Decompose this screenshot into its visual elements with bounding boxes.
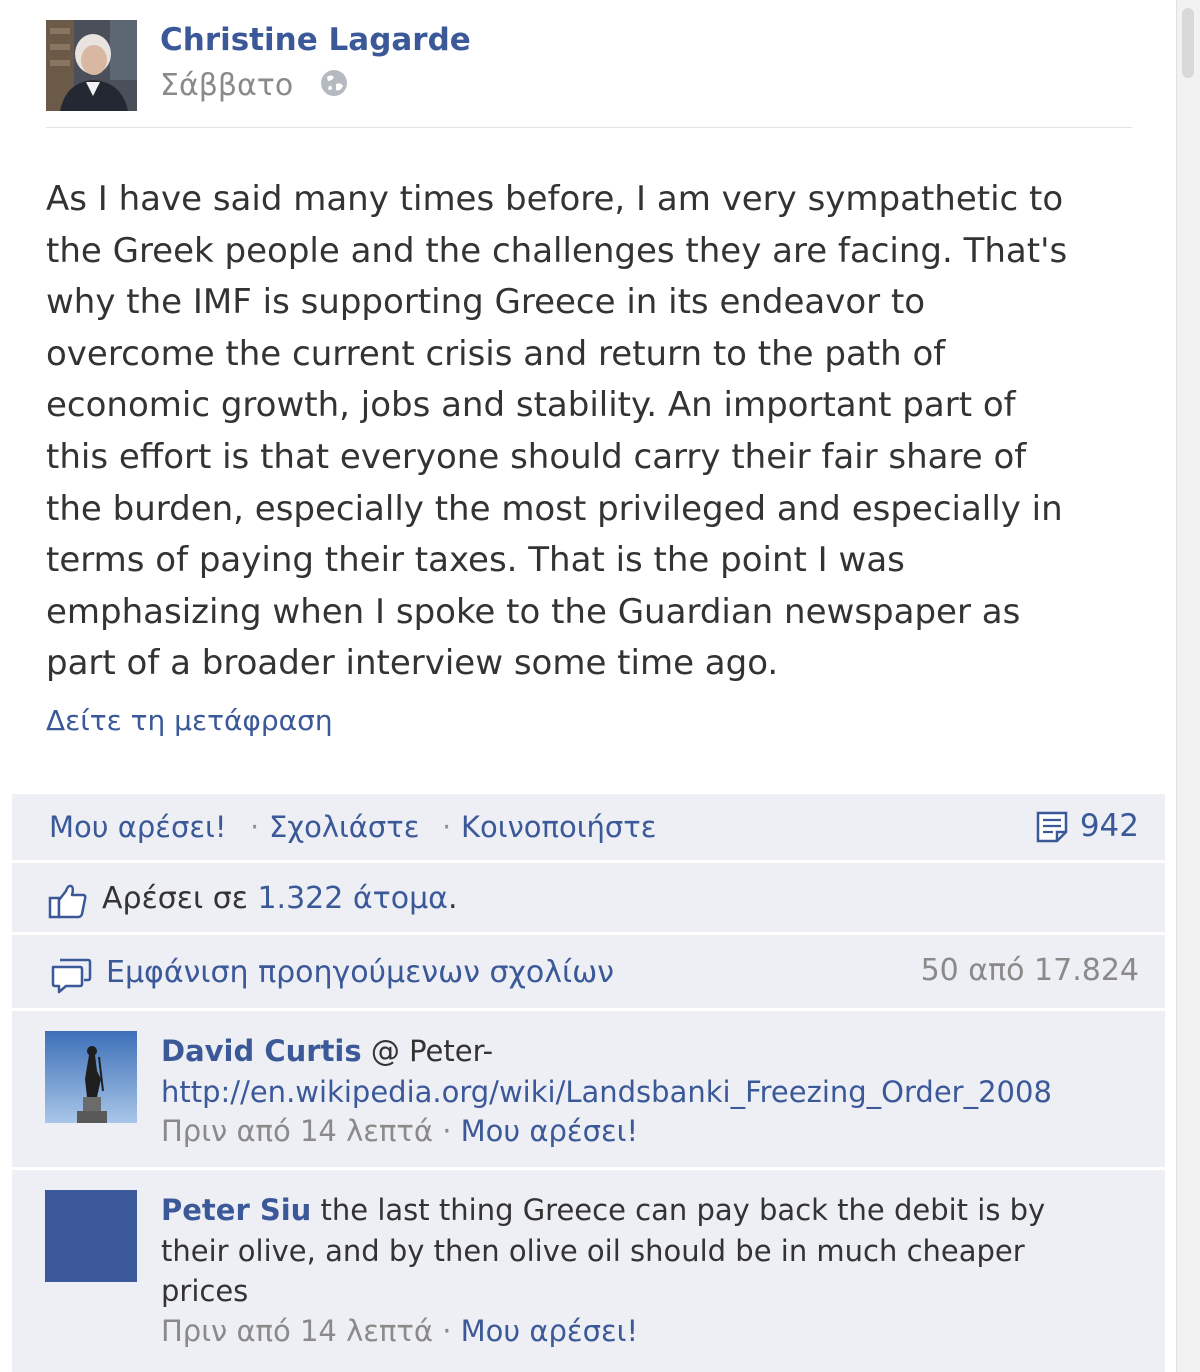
facebook-post: Christine Lagarde Σάββατο As I have said… [0, 0, 1176, 1372]
comment-time[interactable]: Πριν από 14 λεπτά [161, 1314, 433, 1348]
share-count-icon[interactable] [1035, 810, 1069, 844]
comment-author[interactable]: Peter Siu [161, 1193, 311, 1227]
post-author-name[interactable]: Christine Lagarde [160, 22, 471, 58]
comment-author[interactable]: David Curtis [161, 1034, 362, 1068]
header-divider [46, 127, 1132, 128]
feedback-section: Μου αρέσει! · Σχολιάστε · Κοινοποιήστε 9… [12, 794, 1165, 1372]
comment-link-text[interactable]: http://en.wikipedia.org/wiki/Landsbanki_… [161, 1075, 1052, 1109]
speech-bubbles-icon [51, 958, 92, 994]
globe-icon[interactable] [319, 68, 349, 98]
action-separator: · [250, 810, 260, 844]
commenter-avatar[interactable] [45, 1031, 137, 1123]
meta-separator: · [442, 1314, 452, 1348]
comment-time[interactable]: Πριν από 14 λεπτά [161, 1114, 433, 1148]
author-avatar[interactable] [46, 20, 137, 111]
likes-summary: Αρέσει σε 1.322 άτομα. [12, 863, 1165, 932]
comment-body: Peter Siu the last thing Greece can pay … [161, 1190, 1101, 1312]
commenter-avatar[interactable] [45, 1190, 137, 1282]
scrollbar-thumb[interactable] [1182, 8, 1194, 78]
meta-separator: · [442, 1114, 452, 1148]
likes-text: Αρέσει σε 1.322 άτομα. [102, 881, 458, 916]
comment-like-link[interactable]: Μου αρέσει! [461, 1114, 638, 1148]
comment-count: 50 από 17.824 [920, 953, 1139, 988]
likes-suffix: . [447, 881, 458, 916]
view-previous-comments-link[interactable]: Εμφάνιση προηγούμενων σχολίων [106, 955, 614, 990]
post-actions-bar: Μου αρέσει! · Σχολιάστε · Κοινοποιήστε 9… [12, 794, 1165, 860]
post-timestamp[interactable]: Σάββατο [160, 68, 293, 103]
action-separator: · [442, 810, 452, 844]
likes-count-link[interactable]: 1.322 άτομα [257, 881, 447, 916]
post-text: As I have said many times before, I am v… [46, 179, 1068, 684]
comment-link[interactable]: http://en.wikipedia.org/wiki/Landsbanki_… [161, 1075, 1052, 1109]
comment-meta: Πριν από 14 λεπτά · Μου αρέσει! [161, 1314, 638, 1348]
comment-item: Peter Siu the last thing Greece can pay … [12, 1170, 1165, 1372]
thumbs-up-icon [48, 884, 87, 919]
comment-text: @ Peter- [361, 1034, 494, 1068]
comment-item: David Curtis @ Peter-http://en.wikipedia… [12, 1011, 1165, 1167]
comment-link[interactable]: Σχολιάστε [269, 810, 419, 844]
share-link[interactable]: Κοινοποιήστε [461, 810, 656, 844]
comment-like-link[interactable]: Μου αρέσει! [461, 1314, 638, 1348]
view-previous-comments-row: Εμφάνιση προηγούμενων σχολίων 50 από 17.… [12, 935, 1165, 1008]
like-link[interactable]: Μου αρέσει! [49, 810, 226, 844]
comment-meta: Πριν από 14 λεπτά · Μου αρέσει! [161, 1114, 638, 1148]
post-header: Christine Lagarde Σάββατο [46, 20, 1132, 128]
scrollbar-track[interactable] [1176, 0, 1200, 1372]
comment-body: David Curtis @ Peter-http://en.wikipedia… [161, 1031, 1101, 1112]
likes-prefix: Αρέσει σε [102, 881, 258, 916]
share-count[interactable]: 942 [1080, 808, 1139, 844]
see-translation-link[interactable]: Δείτε τη μετάφραση [46, 704, 333, 737]
